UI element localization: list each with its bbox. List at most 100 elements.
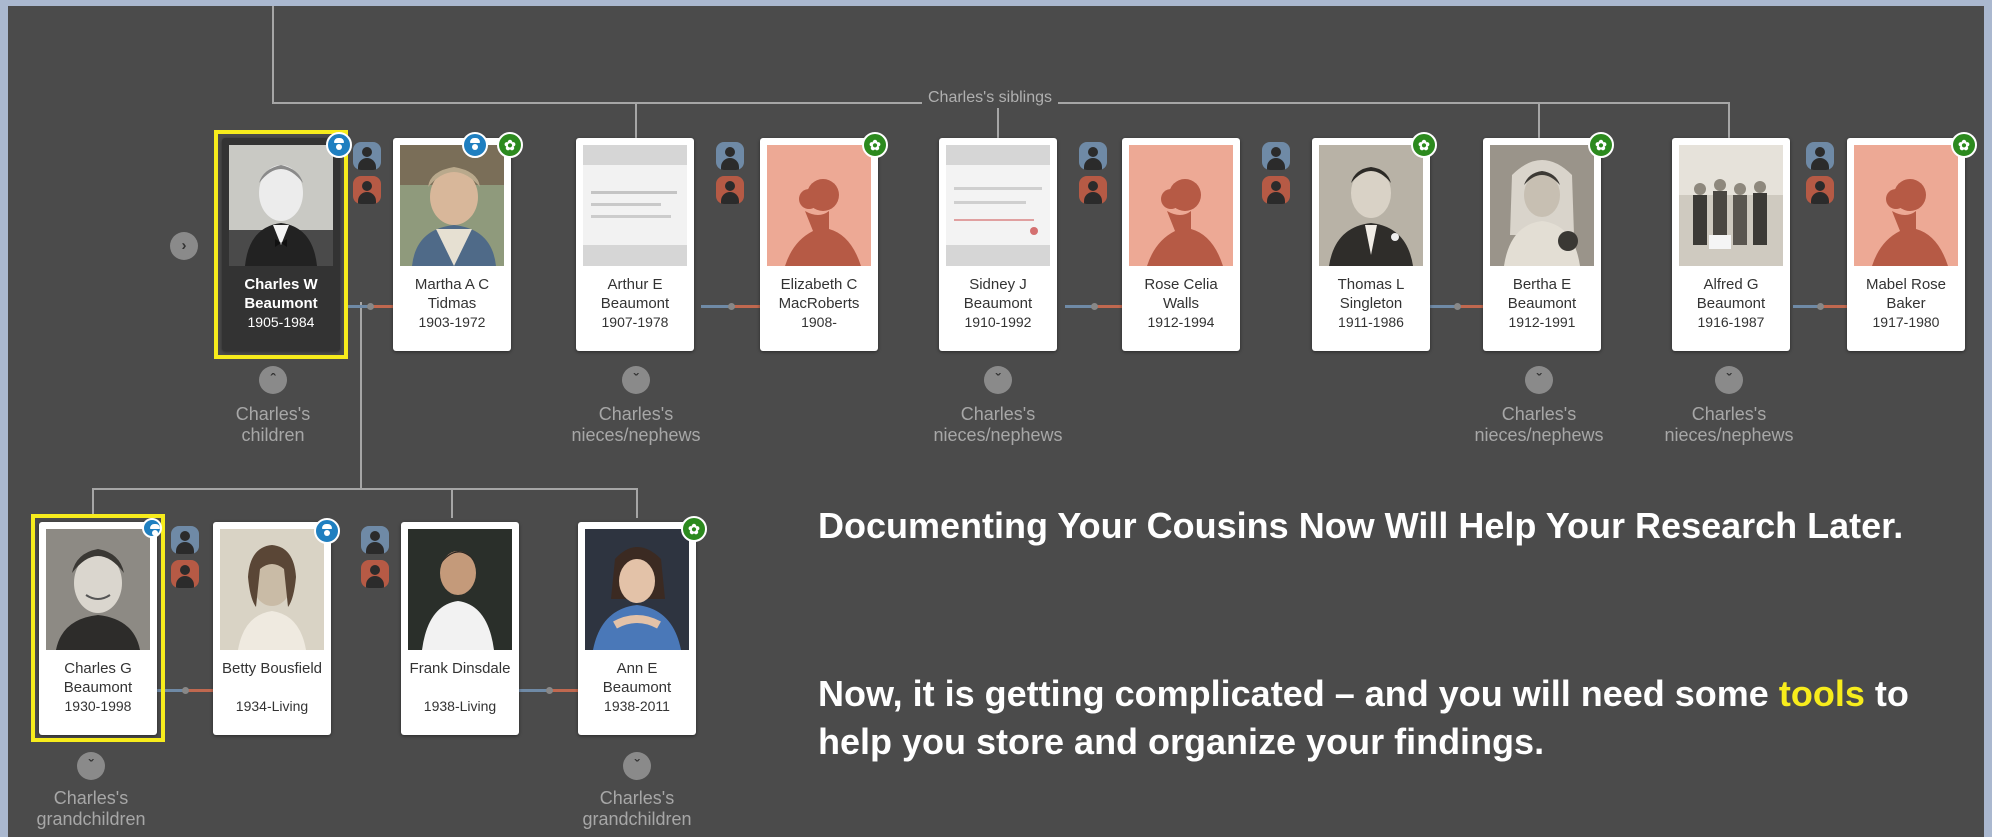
- chevron-up-icon: ˆ: [270, 371, 276, 388]
- mother-icon[interactable]: [1806, 176, 1834, 204]
- person-card-martha-tidmas[interactable]: Martha A C Tidmas 1903-1972: [393, 138, 511, 351]
- relation-label-nieces-nephews: Charles's nieces/nephews: [571, 404, 701, 445]
- chevron-down-icon: ˇ: [634, 757, 640, 774]
- father-icon[interactable]: [1262, 142, 1290, 170]
- person-card-thomas-singleton[interactable]: Thomas L Singleton 1911-1986: [1312, 138, 1430, 351]
- navigate-parents-button[interactable]: ›: [170, 232, 198, 260]
- leaf-hint-icon[interactable]: ✿: [1411, 132, 1437, 158]
- collapse-children-button[interactable]: ˆ: [259, 366, 287, 394]
- person-photo: [1490, 145, 1594, 266]
- person-name: Thomas L Singleton: [1337, 276, 1405, 312]
- person-card-arthur-beaumont[interactable]: Arthur E Beaumont 1907-1978: [576, 138, 694, 351]
- message-line-2: Now, it is getting complicated – and you…: [818, 670, 1948, 766]
- person-name: Alfred G Beaumont: [1696, 276, 1766, 312]
- spouse-link: [519, 687, 578, 694]
- spouse-link: [1430, 303, 1483, 310]
- person-card-rose-walls[interactable]: Rose Celia Walls 1912-1994: [1122, 138, 1240, 351]
- siblings-label: Charles's siblings: [922, 88, 1058, 108]
- expand-nieces-nephews-button[interactable]: ˇ: [1715, 366, 1743, 394]
- person-name: Rose Celia Walls: [1144, 276, 1218, 312]
- person-card-mabel-baker[interactable]: Mabel Rose Baker 1917-1980: [1847, 138, 1965, 351]
- person-name: Sidney J Beaumont: [963, 276, 1033, 312]
- person-badge-icon[interactable]: [142, 518, 162, 538]
- chevron-down-icon: ˇ: [88, 757, 94, 774]
- relation-label-nieces-nephews: Charles's nieces/nephews: [1664, 404, 1794, 445]
- person-dates: 1938-2011: [604, 698, 670, 714]
- person-card-sidney-beaumont[interactable]: Sidney J Beaumont 1910-1992: [939, 138, 1057, 351]
- relation-label-grandchildren: Charles's grandchildren: [582, 788, 692, 829]
- chevron-down-icon: ˇ: [1726, 371, 1732, 388]
- highlight-frame: [31, 514, 165, 742]
- person-dates: 1908-: [801, 314, 837, 330]
- spouse-link: [1065, 303, 1122, 310]
- father-icon[interactable]: [1079, 142, 1107, 170]
- mother-icon[interactable]: [361, 560, 389, 588]
- father-icon[interactable]: [353, 142, 381, 170]
- person-name: Betty Bousfield: [221, 660, 323, 677]
- person-card-bertha-beaumont[interactable]: Bertha E Beaumont 1912-1991: [1483, 138, 1601, 351]
- leaf-hint-icon[interactable]: ✿: [862, 132, 888, 158]
- expand-nieces-nephews-button[interactable]: ˇ: [984, 366, 1012, 394]
- father-icon[interactable]: [361, 526, 389, 554]
- message-line-2-start: Now, it is getting complicated – and you…: [818, 673, 1769, 714]
- expand-nieces-nephews-button[interactable]: ˇ: [1525, 366, 1553, 394]
- person-name: Mabel Rose Baker: [1865, 276, 1947, 312]
- chevron-right-icon: ›: [181, 237, 187, 254]
- person-name: Ann E Beaumont: [602, 660, 672, 696]
- person-photo: [946, 145, 1050, 266]
- person-photo: [1319, 145, 1423, 266]
- leaf-hint-icon[interactable]: ✿: [1588, 132, 1614, 158]
- message-line-1: Documenting Your Cousins Now Will Help Y…: [818, 505, 1904, 546]
- mother-icon[interactable]: [716, 176, 744, 204]
- relation-label-grandchildren: Charles's grandchildren: [36, 788, 146, 829]
- spouse-link: [701, 303, 760, 310]
- person-dates: 1903-1972: [418, 314, 486, 330]
- person-photo: [1129, 145, 1233, 266]
- chevron-down-icon: ˇ: [995, 371, 1001, 388]
- tree-line-root: [272, 6, 274, 104]
- relation-label-children: Charles's children: [235, 404, 311, 445]
- tree-line-child-2: [451, 488, 453, 518]
- person-name: Bertha E Beaumont: [1507, 276, 1577, 312]
- mother-icon[interactable]: [1079, 176, 1107, 204]
- expand-grandchildren-button[interactable]: ˇ: [77, 752, 105, 780]
- mother-icon[interactable]: [171, 560, 199, 588]
- leaf-hint-icon[interactable]: ✿: [1951, 132, 1977, 158]
- person-card-frank-dinsdale[interactable]: Frank Dinsdale 1938-Living: [401, 522, 519, 735]
- person-name: Martha A C Tidmas: [414, 276, 490, 312]
- expand-grandchildren-button[interactable]: ˇ: [623, 752, 651, 780]
- relation-label-nieces-nephews: Charles's nieces/nephews: [1474, 404, 1604, 445]
- expand-nieces-nephews-button[interactable]: ˇ: [622, 366, 650, 394]
- person-dates: 1910-1992: [964, 314, 1032, 330]
- person-card-ann-beaumont[interactable]: Ann E Beaumont 1938-2011: [578, 522, 696, 735]
- family-tree-canvas: Charles's siblings › Charles W Beaumont …: [8, 6, 1984, 837]
- person-dates: 1917-1980: [1872, 314, 1940, 330]
- person-name: Frank Dinsdale: [409, 660, 511, 677]
- person-badge-icon[interactable]: [314, 518, 340, 544]
- person-photo: [220, 529, 324, 650]
- mother-icon[interactable]: [353, 176, 381, 204]
- person-badge-icon[interactable]: [326, 132, 352, 158]
- leaf-hint-icon[interactable]: ✿: [497, 132, 523, 158]
- person-dates: 1911-1986: [1338, 314, 1404, 330]
- parent-icons: [1079, 142, 1107, 204]
- person-photo: [767, 145, 871, 266]
- leaf-hint-icon[interactable]: ✿: [681, 516, 707, 542]
- person-photo: [1679, 145, 1783, 266]
- person-dates: 1912-1991: [1508, 314, 1576, 330]
- person-card-alfred-beaumont[interactable]: Alfred G Beaumont 1916-1987: [1672, 138, 1790, 351]
- person-name: Elizabeth C MacRoberts: [778, 276, 860, 312]
- person-card-betty-bousfield[interactable]: Betty Bousfield 1934-Living: [213, 522, 331, 735]
- father-icon[interactable]: [716, 142, 744, 170]
- parent-icons: [361, 526, 389, 588]
- person-card-elizabeth-macroberts[interactable]: Elizabeth C MacRoberts 1908-: [760, 138, 878, 351]
- spouse-link: [347, 303, 393, 310]
- mother-icon[interactable]: [1262, 176, 1290, 204]
- person-dates: 1907-1978: [601, 314, 669, 330]
- father-icon[interactable]: [1806, 142, 1834, 170]
- tree-line-alfred: [1728, 102, 1730, 138]
- relation-label-nieces-nephews: Charles's nieces/nephews: [933, 404, 1063, 445]
- father-icon[interactable]: [171, 526, 199, 554]
- person-badge-icon[interactable]: [462, 132, 488, 158]
- parent-icons: [1262, 142, 1290, 204]
